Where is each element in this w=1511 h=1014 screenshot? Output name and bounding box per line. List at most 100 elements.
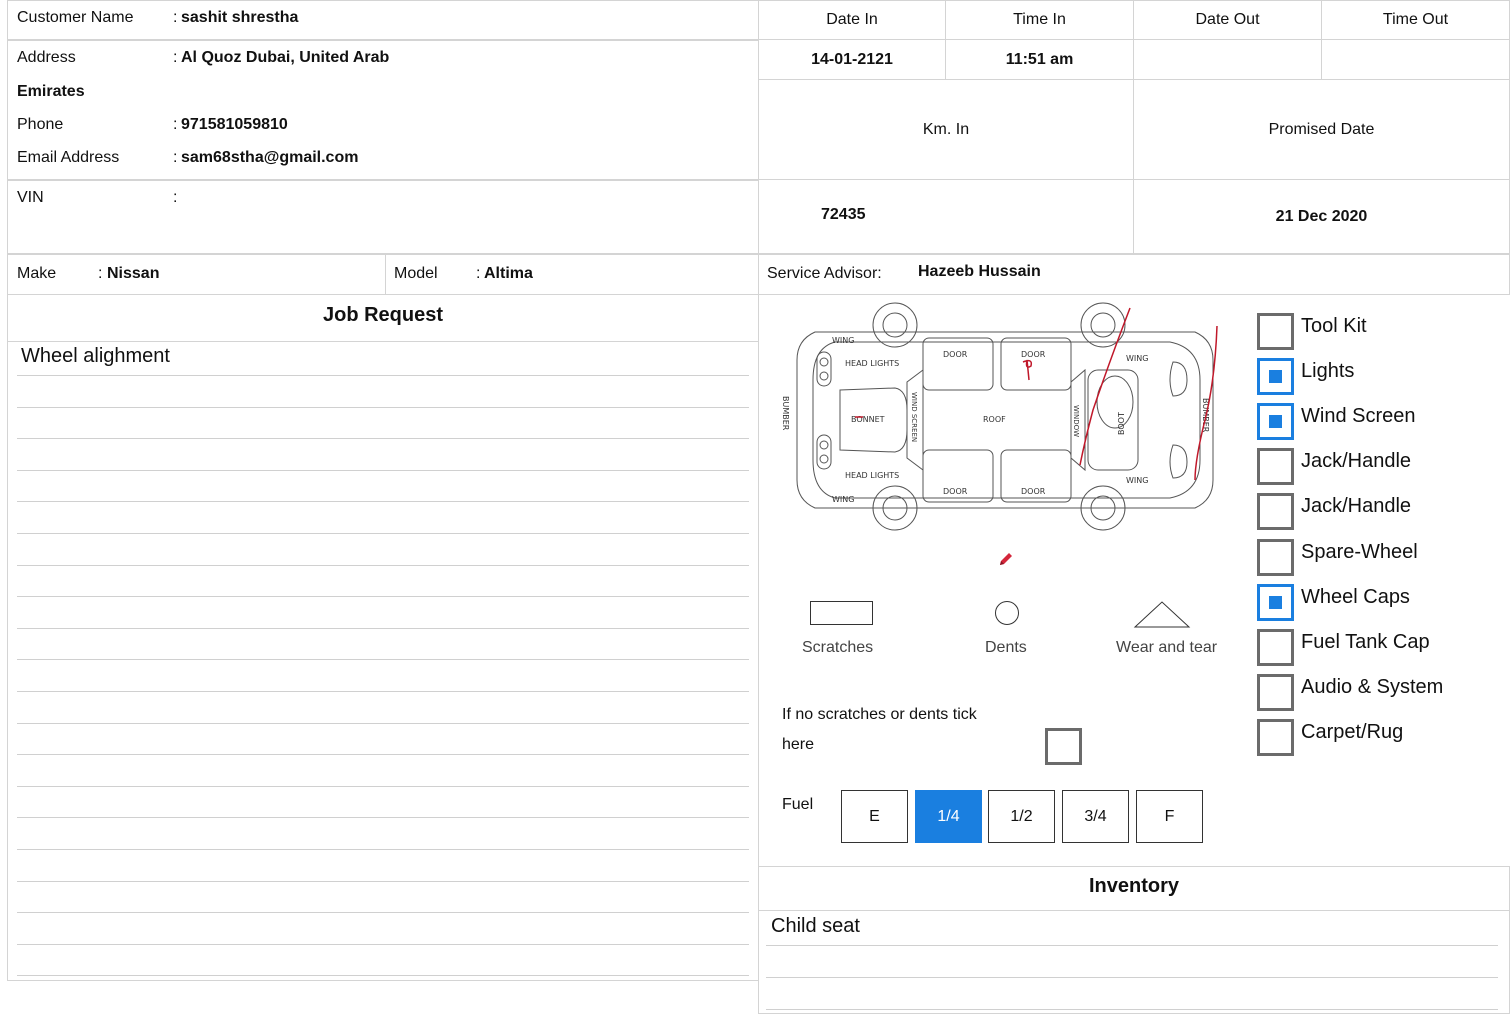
head-lights-label-bottom: HEAD LIGHTS — [845, 471, 899, 480]
checklist-label: Tool Kit — [1301, 315, 1367, 337]
fuel-level-2[interactable]: 1/4 — [915, 790, 982, 843]
advisor-label: Service Advisor: — [767, 265, 882, 282]
job-request-line-1[interactable]: Wheel alighment — [21, 345, 170, 368]
advisor-value: Hazeeb Hussain — [918, 263, 1041, 280]
job-request-rule — [17, 501, 749, 503]
job-request-rule — [17, 912, 749, 914]
job-request-rule — [17, 849, 749, 850]
email-value: sam68stha@gmail.com — [181, 149, 359, 166]
damage-annotations — [855, 307, 1218, 481]
phone-label: Phone — [17, 116, 64, 133]
no-damage-checkbox[interactable] — [1045, 728, 1082, 765]
make-cell — [7, 254, 386, 295]
job-request-panel — [7, 294, 759, 981]
job-request-rule — [17, 880, 749, 882]
wind-screen-label: WIND SCREEN — [910, 392, 918, 442]
door-label-rear-top: DOOR — [1021, 350, 1046, 359]
checklist-checkbox[interactable] — [1257, 538, 1294, 576]
model-cell — [385, 254, 759, 295]
address-line1: Al Quoz Dubai, United Arab — [181, 49, 390, 66]
km-in-value[interactable]: 72435 — [758, 179, 1134, 254]
customer-name-label: Customer Name — [17, 9, 134, 26]
inventory-line-1[interactable]: Child seat — [771, 915, 860, 938]
job-request-rule — [17, 975, 749, 977]
fuel-level-3[interactable]: 1/2 — [988, 790, 1055, 843]
checklist-checkbox[interactable] — [1257, 718, 1294, 756]
email-sep: : — [173, 149, 178, 166]
checklist-checkbox[interactable] — [1257, 403, 1294, 441]
checklist-checkbox[interactable] — [1257, 673, 1294, 711]
make-sep: : — [98, 265, 103, 282]
scratches-symbol — [810, 601, 873, 625]
time-in-value[interactable]: 11:51 am — [945, 39, 1134, 80]
vin-row — [7, 180, 759, 254]
checklist-label: Carpet/Rug — [1301, 720, 1404, 743]
job-request-rule — [17, 469, 749, 471]
checklist-label: Fuel Tank Cap — [1301, 630, 1430, 653]
checklist-checkbox[interactable] — [1257, 358, 1294, 396]
inventory-rule — [766, 977, 1498, 978]
job-request-rule — [17, 659, 749, 661]
checklist-label: Wind Screen — [1301, 405, 1416, 428]
car-damage-diagram[interactable]: WING HEAD LIGHTS DOOR DOOR WING BONNET R… — [775, 300, 1235, 540]
checklist-checkbox[interactable] — [1257, 628, 1294, 666]
checklist-label: Jack/Handle — [1301, 495, 1412, 518]
model-label: Model — [394, 265, 438, 282]
checklist-label: Jack/Handle — [1301, 450, 1412, 473]
vin-sep: : — [173, 189, 178, 206]
wing-label-top-left: WING — [832, 336, 854, 345]
no-damage-label-line1: If no scratches or dents tick — [782, 706, 977, 723]
make-value: Nissan — [107, 265, 160, 282]
job-request-rule — [17, 722, 749, 724]
dents-label: Dents — [985, 639, 1027, 656]
checklist-checkbox[interactable] — [1257, 583, 1294, 621]
inventory-title-divider — [758, 910, 1510, 911]
wing-label-top-right: WING — [1126, 354, 1148, 363]
checklist-checkbox[interactable] — [1257, 448, 1294, 486]
model-sep: : — [476, 265, 481, 282]
door-label-front-bottom: DOOR — [943, 487, 968, 496]
job-request-rule — [17, 627, 749, 629]
checklist-label: Spare-Wheel — [1301, 540, 1418, 563]
customer-name-value: sashit shrestha — [181, 9, 299, 26]
time-out-value[interactable] — [1321, 39, 1510, 80]
bumber-label-front: BUMBER — [781, 396, 790, 431]
promised-date-value[interactable]: 21 Dec 2020 — [1133, 179, 1510, 254]
inventory-title: Inventory — [1088, 874, 1180, 897]
phone-sep: : — [173, 116, 178, 133]
job-request-rule — [17, 817, 749, 819]
no-damage-label-line2: here — [782, 736, 815, 753]
door-label-rear-bottom: DOOR — [1021, 487, 1046, 496]
fuel-level-5[interactable]: F — [1136, 790, 1203, 843]
checklist-label: Audio & System — [1301, 675, 1444, 698]
scratches-label: Scratches — [802, 639, 874, 656]
phone-value: 971581059810 — [181, 116, 288, 133]
fuel-level-1[interactable]: E — [841, 790, 908, 843]
date-in-value[interactable]: 14-01-2121 — [758, 39, 946, 80]
wing-label-bottom-left: WING — [832, 495, 854, 504]
job-request-rule — [17, 533, 749, 534]
address-line2: Emirates — [17, 83, 85, 100]
date-out-value[interactable] — [1133, 39, 1322, 80]
checklist-checkbox[interactable] — [1257, 313, 1294, 350]
door-label-front-top: DOOR — [943, 350, 968, 359]
roof-label: ROOF — [983, 415, 1006, 424]
fuel-level-4[interactable]: 3/4 — [1062, 790, 1129, 843]
job-request-title-divider — [7, 341, 759, 342]
time-out-header: Time Out — [1321, 0, 1510, 40]
pencil-icon[interactable] — [997, 550, 1015, 568]
job-request-rule — [17, 754, 749, 756]
checklist-checkbox[interactable] — [1257, 493, 1294, 531]
checklist-label: Lights — [1301, 360, 1355, 383]
wear-and-tear-symbol — [1133, 601, 1191, 628]
km-in-header: Km. In — [758, 79, 1134, 180]
job-request-rule — [17, 564, 749, 566]
head-lights-label-top: HEAD LIGHTS — [845, 359, 899, 368]
wear-and-tear-label: Wear and tear — [1116, 639, 1218, 656]
date-in-header: Date In — [758, 0, 946, 40]
address-label: Address — [17, 49, 76, 66]
job-request-rule — [17, 943, 749, 945]
vin-label: VIN — [17, 189, 44, 206]
dents-symbol — [995, 601, 1019, 625]
job-request-rule — [17, 406, 749, 408]
